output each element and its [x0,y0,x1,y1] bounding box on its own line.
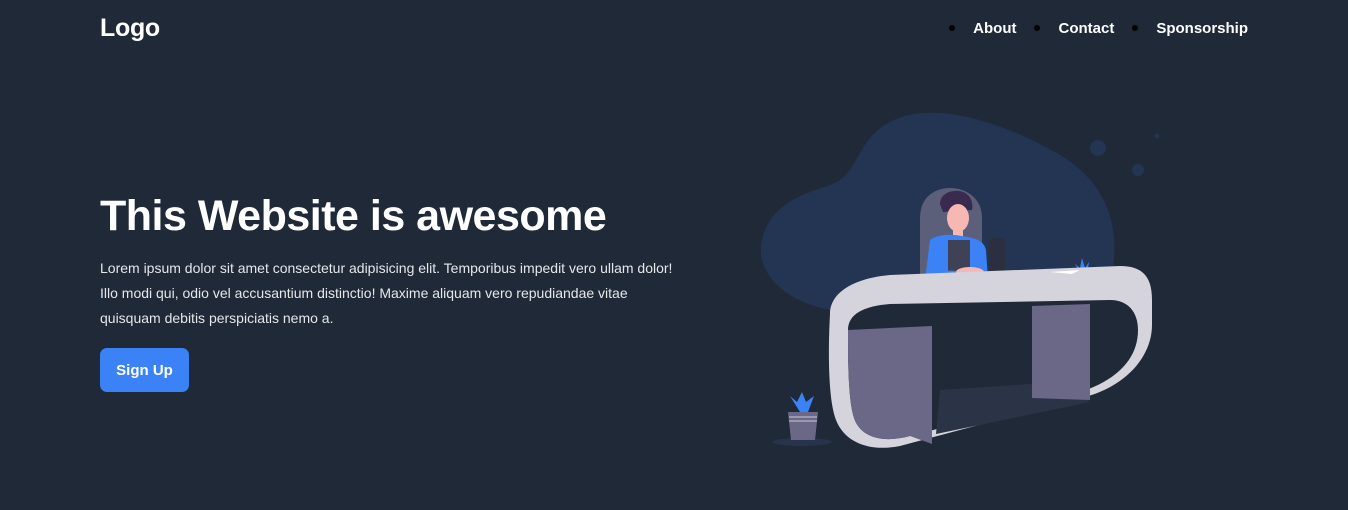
nav-links: About Contact Sponsorship [931,20,1248,37]
floor-plant-stripe [789,420,817,422]
hero-description: Lorem ipsum dolor sit amet consectetur a… [100,260,673,326]
nav-link-contact[interactable]: Contact [1058,20,1114,37]
decor-dot [1090,140,1106,156]
person-face [947,204,969,232]
nav-link-sponsorship[interactable]: Sponsorship [1156,20,1248,37]
nav-item-about: About [949,20,1016,37]
hero-title: This Website is awesome [100,192,607,240]
person-at-desk-illustration [760,112,1160,448]
floor-plant-stripe [789,416,817,418]
nav-item-sponsorship: Sponsorship [1132,20,1248,37]
floor-plant-leaves [790,392,814,412]
sign-up-button[interactable]: Sign Up [100,348,189,392]
hero-section: This Website is awesome Lorem ipsum dolo… [100,190,680,331]
page: Logo About Contact Sponsorship This Webs… [0,0,1348,510]
desk-panel-right [1032,304,1090,400]
bullet-icon [1034,25,1041,31]
decor-dot [1132,164,1144,176]
bullet-icon [949,25,956,31]
logo[interactable]: Logo [100,14,160,43]
decor-dot [1154,133,1160,139]
bullet-icon [1132,25,1139,31]
nav-link-about[interactable]: About [973,20,1016,37]
navbar: Logo About Contact Sponsorship [100,0,1248,56]
nav-item-contact: Contact [1034,20,1114,37]
desk-panel-left [848,326,932,444]
